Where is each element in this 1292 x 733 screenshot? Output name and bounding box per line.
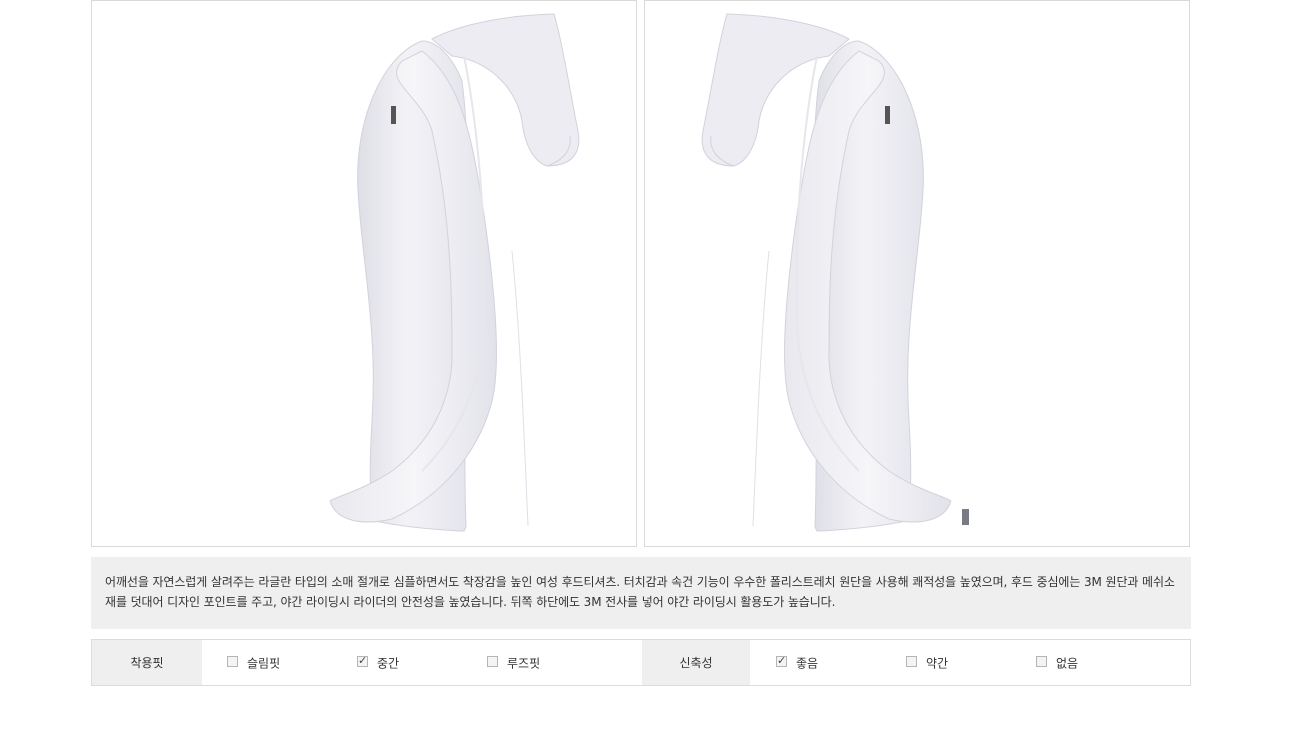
stretch-option-label: 약간 [926, 656, 949, 671]
stretch-option-label: 좋음 [796, 656, 819, 671]
checkmark-icon: ✓ [777, 654, 787, 667]
checkmark-icon: ✓ [358, 654, 368, 667]
stretch-option-label: 없음 [1056, 656, 1079, 671]
checkbox[interactable]: ✓ [776, 654, 787, 667]
hoodie-side-view-left-image [329, 13, 580, 532]
product-photos [91, 0, 1191, 547]
hoodie-side-view-right-image [701, 13, 969, 532]
fit-info-table: 착용핏 슬림핏 ✓ 중간 루즈핏 신축성 ✓ 좋음 약간 없음 [91, 639, 1191, 686]
checkbox[interactable] [1036, 656, 1047, 667]
checkbox[interactable] [227, 656, 238, 667]
product-photo-side-left [91, 0, 637, 547]
fit-option-loose[interactable]: 루즈핏 [487, 655, 540, 671]
stretch-option-good[interactable]: ✓ 좋음 [776, 655, 818, 671]
checkbox[interactable]: ✓ [357, 654, 368, 667]
stretch-label: 신축성 [642, 640, 750, 685]
stretch-option-none[interactable]: 없음 [1036, 655, 1078, 671]
stretch-group: 신축성 ✓ 좋음 약간 없음 [642, 640, 1190, 685]
fit-option-label: 루즈핏 [507, 656, 541, 671]
fit-option-slim[interactable]: 슬림핏 [227, 655, 280, 671]
fit-group: 착용핏 슬림핏 ✓ 중간 루즈핏 [92, 640, 642, 685]
checkbox[interactable] [906, 656, 917, 667]
fit-option-label: 중간 [377, 656, 400, 671]
product-description-text: 어깨선을 자연스럽게 살려주는 라글란 타입의 소매 절개로 심플하면서도 착장… [105, 575, 1175, 609]
product-description-box: 어깨선을 자연스럽게 살려주는 라글란 타입의 소매 절개로 심플하면서도 착장… [91, 557, 1191, 629]
fit-label: 착용핏 [92, 640, 202, 685]
stretch-option-slight[interactable]: 약간 [906, 655, 948, 671]
checkbox[interactable] [487, 656, 498, 667]
product-detail-page: 어깨선을 자연스럽게 살려주는 라글란 타입의 소매 절개로 심플하면서도 착장… [0, 0, 1292, 733]
fit-option-label: 슬림핏 [247, 656, 281, 671]
product-photo-side-right [644, 0, 1190, 547]
fit-option-regular[interactable]: ✓ 중간 [357, 655, 399, 671]
